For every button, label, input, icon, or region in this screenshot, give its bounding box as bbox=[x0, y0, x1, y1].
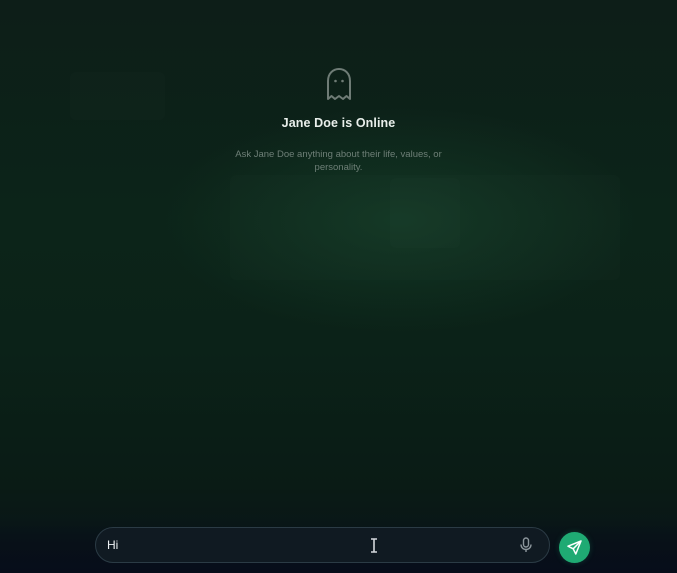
text-cursor-icon bbox=[371, 538, 377, 553]
message-composer bbox=[95, 527, 550, 563]
backdrop-panel bbox=[390, 178, 460, 248]
microphone-button[interactable] bbox=[515, 534, 537, 556]
page-title: Jane Doe is Online bbox=[281, 116, 396, 130]
send-icon bbox=[567, 540, 582, 555]
page-subtitle: Ask Jane Doe anything about their life, … bbox=[235, 149, 442, 173]
microphone-icon bbox=[520, 537, 532, 552]
message-input[interactable] bbox=[96, 528, 515, 562]
chat-app: Jane Doe is Online Ask Jane Doe anything… bbox=[0, 0, 677, 573]
empty-state: Jane Doe is Online Ask Jane Doe anything… bbox=[0, 66, 677, 174]
ghost-icon bbox=[326, 68, 351, 100]
send-button[interactable] bbox=[559, 532, 590, 563]
